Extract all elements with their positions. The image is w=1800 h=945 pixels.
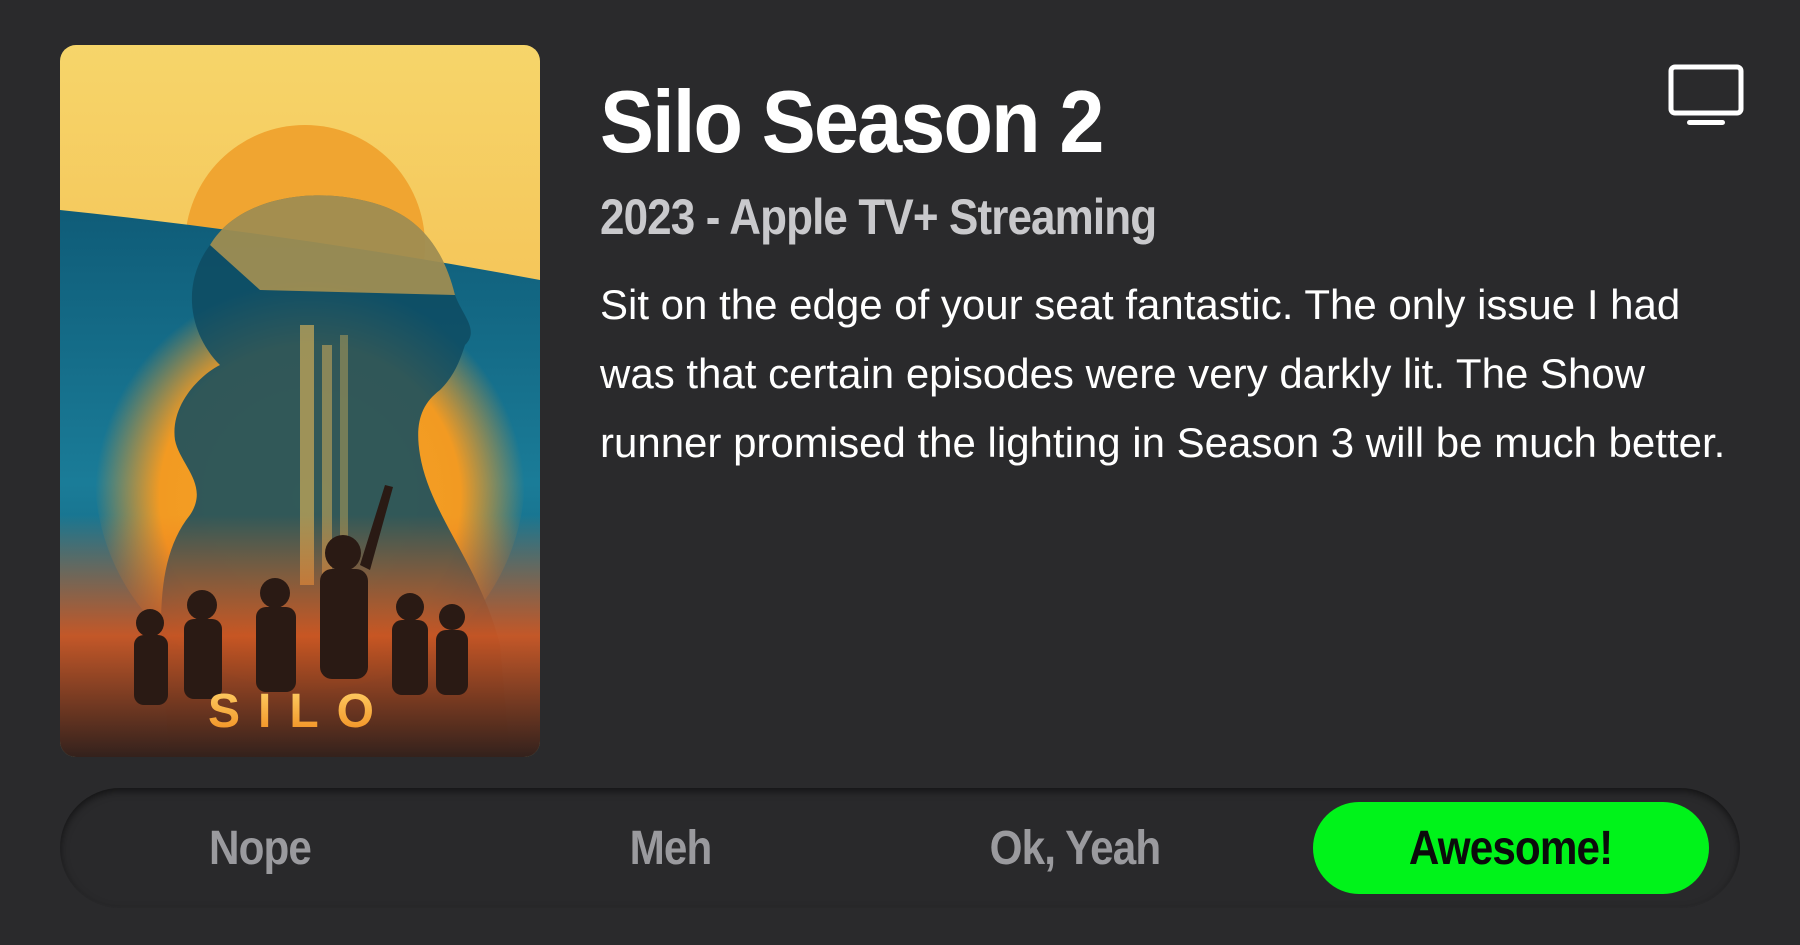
rating-option-awesome-selected[interactable]: Awesome!	[1313, 802, 1709, 894]
rating-option-label: Ok, Yeah	[989, 821, 1162, 875]
poster-logo-text: SILO	[208, 685, 392, 738]
rating-option-label: Meh	[629, 821, 712, 875]
show-title: Silo Season 2	[600, 72, 1104, 171]
rating-option-ok-yeah[interactable]: Ok, Yeah	[905, 802, 1245, 894]
rating-option-label: Nope	[208, 821, 312, 875]
rating-option-label: Awesome!	[1409, 821, 1613, 875]
rating-option-meh[interactable]: Meh	[500, 802, 840, 894]
review-text: Sit on the edge of your seat fantastic. …	[600, 281, 1726, 466]
show-subtitle: 2023 - Apple TV+ Streaming	[600, 189, 1157, 245]
tv-icon[interactable]	[1668, 64, 1744, 128]
show-poster: SILO	[60, 45, 540, 757]
rating-selector: Nope Meh Ok, Yeah Awesome!	[60, 788, 1740, 908]
rating-option-nope[interactable]: Nope	[90, 802, 430, 894]
